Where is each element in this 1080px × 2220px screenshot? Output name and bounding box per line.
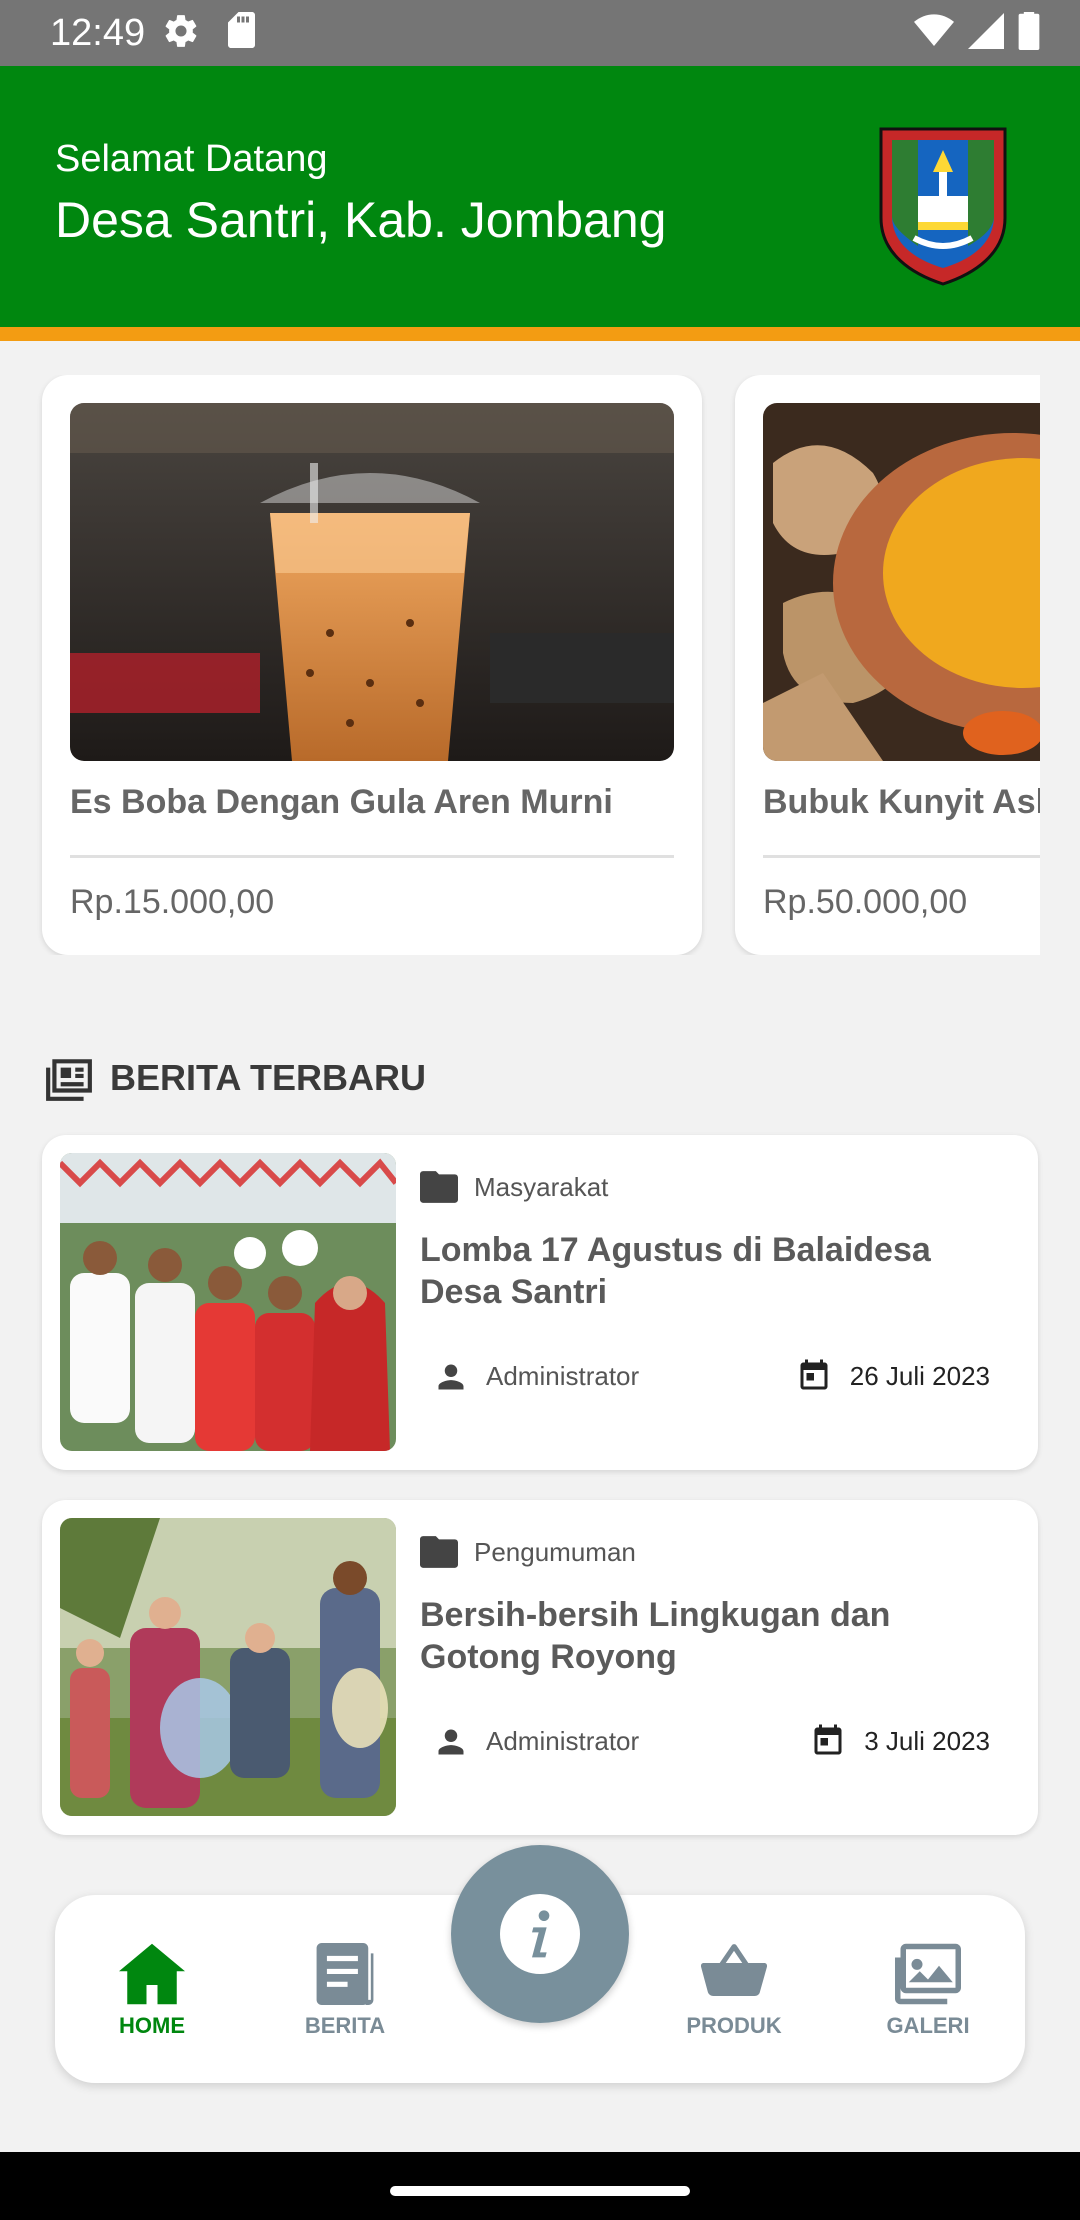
calendar-icon (814, 1724, 842, 1755)
nav-home[interactable]: HOME (77, 1895, 227, 2083)
calendar-icon (800, 1359, 828, 1390)
product-price: Rp.50.000,00 (763, 883, 968, 921)
product-carousel[interactable]: Es Boba Dengan Gula Aren Murni Rp.15.000… (0, 375, 1040, 955)
battery-icon (1018, 12, 1040, 50)
folder-icon (420, 1536, 458, 1568)
status-bar: 12:49 (0, 0, 1080, 66)
news-category: Pengumuman (420, 1536, 636, 1568)
news-title[interactable]: Bersih-bersih Lingkugan dan Gotong Royon… (420, 1594, 1020, 1678)
gallery-icon (895, 1943, 961, 2005)
news-author-label: Administrator (486, 1361, 640, 1391)
basket-icon (701, 1944, 767, 1996)
app-header: Selamat Datang Desa Santri, Kab. Jombang (0, 66, 1080, 341)
news-category-label: Masyarakat (474, 1171, 609, 1202)
person-icon (438, 1729, 464, 1754)
article-icon (316, 1943, 374, 2005)
signal-icon (968, 13, 1004, 49)
news-author: Administrator (436, 1361, 639, 1392)
person-icon (438, 1364, 464, 1389)
news-author-label: Administrator (486, 1726, 640, 1756)
news-date-label: 3 Juli 2023 (864, 1725, 990, 1756)
news-date-label: 26 Juli 2023 (849, 1360, 990, 1391)
info-button[interactable] (451, 1845, 629, 2023)
product-image (763, 403, 1040, 761)
status-time: 12:49 (50, 12, 146, 54)
folder-icon (420, 1171, 458, 1203)
nav-home-label: HOME (119, 2013, 185, 2038)
product-price: Rp.15.000,00 (70, 883, 275, 921)
product-card[interactable]: Bubuk Kunyit Asli Rp.50.000,00 (735, 375, 1040, 955)
product-divider (763, 855, 1040, 858)
nav-galeri[interactable]: GALERI (853, 1895, 1003, 2083)
product-divider (70, 855, 674, 858)
news-section-header: BERITA TERBARU (44, 1055, 426, 1101)
settings-icon (165, 15, 197, 47)
news-card[interactable]: Masyarakat Lomba 17 Agustus di Balaidesa… (42, 1135, 1038, 1470)
news-card[interactable]: Pengumuman Bersih-bersih Lingkugan dan G… (42, 1500, 1038, 1835)
home-icon (119, 1943, 185, 2005)
news-date: 26 Juli 2023 (796, 1357, 990, 1395)
news-date: 3 Juli 2023 (810, 1722, 990, 1760)
nav-berita-label: BERITA (304, 2013, 386, 2038)
nav-galeri-label: GALERI (886, 2013, 970, 2038)
greeting-text: Selamat Datang (55, 138, 328, 180)
wifi-icon (914, 14, 954, 47)
product-name: Bubuk Kunyit Asli (763, 783, 1040, 821)
product-card[interactable]: Es Boba Dengan Gula Aren Murni Rp.15.000… (42, 375, 702, 955)
news-thumbnail (60, 1518, 396, 1816)
info-icon (500, 1894, 580, 1974)
product-image (70, 403, 674, 761)
system-navigation-bar (0, 2152, 1080, 2220)
village-name: Desa Santri, Kab. Jombang (55, 192, 667, 248)
news-category-label: Pengumuman (474, 1536, 636, 1567)
news-category: Masyarakat (420, 1171, 608, 1203)
product-name: Es Boba Dengan Gula Aren Murni (70, 783, 613, 821)
news-section-title: BERITA TERBARU (110, 1057, 426, 1098)
nav-berita[interactable]: BERITA (270, 1895, 420, 2083)
home-gesture-handle[interactable] (390, 2186, 690, 2196)
kabupaten-jombang-emblem-icon (879, 127, 1007, 286)
news-title[interactable]: Lomba 17 Agustus di Balaidesa Desa Santr… (420, 1229, 1020, 1313)
newspaper-icon (46, 1059, 92, 1101)
news-author: Administrator (436, 1726, 639, 1757)
sd-card-icon (228, 12, 255, 48)
header-accent-stripe (0, 327, 1080, 341)
nav-produk[interactable]: PRODUK (659, 1895, 809, 2083)
news-thumbnail (60, 1153, 396, 1451)
nav-produk-label: PRODUK (686, 2013, 782, 2038)
